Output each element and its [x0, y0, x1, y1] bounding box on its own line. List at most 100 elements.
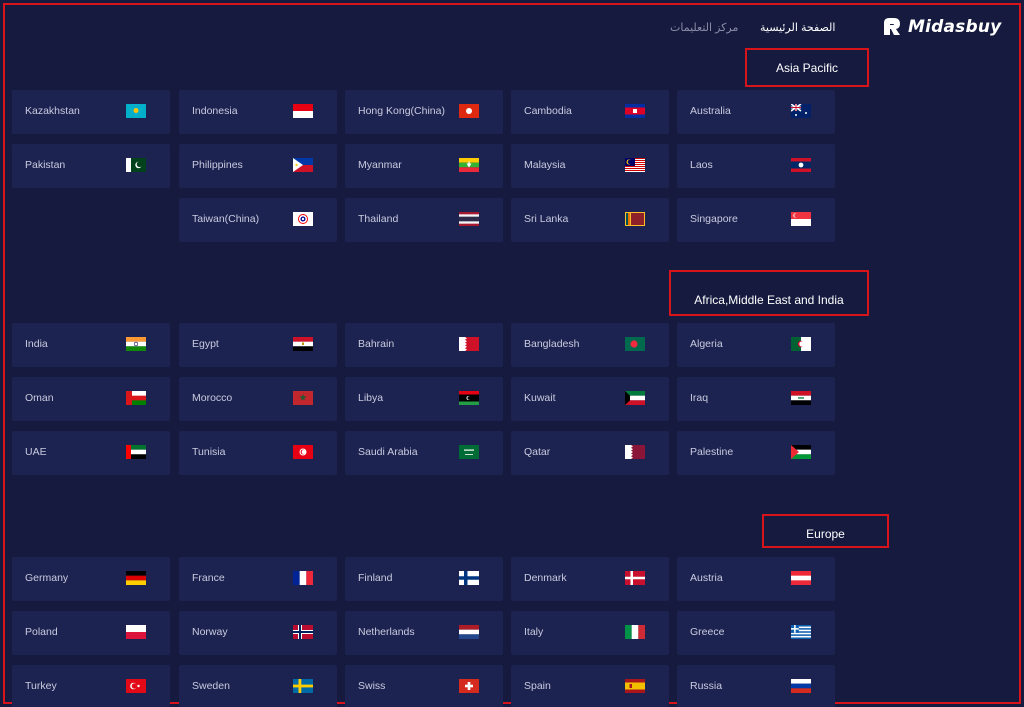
- country-tile-kh[interactable]: Cambodia: [511, 90, 669, 134]
- pk-flag-icon: [126, 158, 146, 172]
- country-name: Spain: [524, 680, 551, 692]
- country-tile-my[interactable]: Malaysia: [511, 144, 669, 188]
- country-tile-se[interactable]: Sweden: [179, 665, 337, 707]
- dz-flag-icon: [791, 337, 811, 351]
- pl-flag-icon: [126, 625, 146, 639]
- kz-flag-icon: [126, 104, 146, 118]
- country-tile-eg[interactable]: Egypt: [179, 323, 337, 367]
- country-tile-tw[interactable]: Taiwan(China): [179, 198, 337, 242]
- country-tile-au[interactable]: Australia: [677, 90, 835, 134]
- country-tile-at[interactable]: Austria: [677, 557, 835, 601]
- country-name: Palestine: [690, 446, 734, 458]
- country-tile-ps[interactable]: Palestine: [677, 431, 835, 475]
- country-name: Algeria: [690, 338, 723, 350]
- country-tile-lk[interactable]: Sri Lanka: [511, 198, 669, 242]
- se-flag-icon: [293, 679, 313, 693]
- country-name: Libya: [358, 392, 384, 404]
- country-tile-nl[interactable]: Netherlands: [345, 611, 503, 655]
- au-flag-icon: [791, 104, 811, 118]
- country-tile-qa[interactable]: Qatar: [511, 431, 669, 475]
- tr-flag-icon: [126, 679, 146, 693]
- hk-flag-icon: [459, 104, 479, 118]
- country-tile-hk[interactable]: Hong Kong(China): [345, 90, 503, 134]
- country-name: Pakistan: [25, 159, 66, 171]
- country-tile-sa[interactable]: Saudi Arabia: [345, 431, 503, 475]
- country-tile-fi[interactable]: Finland: [345, 557, 503, 601]
- om-flag-icon: [126, 391, 146, 405]
- country-name: Philippines: [192, 159, 243, 171]
- country-name: Qatar: [524, 446, 551, 458]
- country-name: Netherlands: [358, 626, 415, 638]
- kh-flag-icon: [625, 104, 645, 118]
- tn-flag-icon: [293, 445, 313, 459]
- country-tile-es[interactable]: Spain: [511, 665, 669, 707]
- country-tile-ph[interactable]: Philippines: [179, 144, 337, 188]
- country-tile-it[interactable]: Italy: [511, 611, 669, 655]
- country-name: Bahrain: [358, 338, 395, 350]
- country-name: Russia: [690, 680, 723, 692]
- country-tile-kw[interactable]: Kuwait: [511, 377, 669, 421]
- ly-flag-icon: [459, 391, 479, 405]
- country-name: Hong Kong(China): [358, 105, 445, 117]
- country-tile-fr[interactable]: France: [179, 557, 337, 601]
- country-tile-pk[interactable]: Pakistan: [12, 144, 170, 188]
- midasbuy-logo-icon: [884, 18, 900, 35]
- country-name: Italy: [524, 626, 544, 638]
- country-tile-ch[interactable]: Swiss: [345, 665, 503, 707]
- country-tile-sg[interactable]: Singapore: [677, 198, 835, 242]
- country-tile-pl[interactable]: Poland: [12, 611, 170, 655]
- nav-help-center-link[interactable]: مركز التعليمات: [670, 21, 738, 34]
- country-name: Kazakhstan: [25, 105, 80, 117]
- country-name: Taiwan(China): [192, 213, 260, 225]
- country-tile-id[interactable]: Indonesia: [179, 90, 337, 134]
- country-tile-ru[interactable]: Russia: [677, 665, 835, 707]
- country-tile-tn[interactable]: Tunisia: [179, 431, 337, 475]
- country-tile-dz[interactable]: Algeria: [677, 323, 835, 367]
- country-tile-la[interactable]: Laos: [677, 144, 835, 188]
- country-name: Morocco: [192, 392, 233, 404]
- nav-home-link[interactable]: الصفحة الرئيسية: [760, 21, 835, 34]
- country-tile-in[interactable]: India: [12, 323, 170, 367]
- country-tile-th[interactable]: Thailand: [345, 198, 503, 242]
- country-tile-gr[interactable]: Greece: [677, 611, 835, 655]
- country-tile-bd[interactable]: Bangladesh: [511, 323, 669, 367]
- ae-flag-icon: [126, 445, 146, 459]
- in-flag-icon: [126, 337, 146, 351]
- qa-flag-icon: [625, 445, 645, 459]
- country-name: Tunisia: [192, 446, 226, 458]
- es-flag-icon: [625, 679, 645, 693]
- country-tile-ma[interactable]: Morocco: [179, 377, 337, 421]
- country-name: UAE: [25, 446, 47, 458]
- country-name: Bangladesh: [524, 338, 580, 350]
- id-flag-icon: [293, 104, 313, 118]
- ps-flag-icon: [791, 445, 811, 459]
- country-tile-tr[interactable]: Turkey: [12, 665, 170, 707]
- la-flag-icon: [791, 158, 811, 172]
- fi-flag-icon: [459, 571, 479, 585]
- ph-flag-icon: [293, 158, 313, 172]
- country-tile-ly[interactable]: Libya: [345, 377, 503, 421]
- country-name: Saudi Arabia: [358, 446, 418, 458]
- country-tile-dk[interactable]: Denmark: [511, 557, 669, 601]
- dk-flag-icon: [625, 571, 645, 585]
- country-tile-de[interactable]: Germany: [12, 557, 170, 601]
- region-label-africa-middle-east-india: Africa,Middle East and India: [669, 270, 869, 316]
- country-name: Germany: [25, 572, 69, 584]
- country-name: France: [192, 572, 225, 584]
- country-tile-bh[interactable]: Bahrain: [345, 323, 503, 367]
- at-flag-icon: [791, 571, 811, 585]
- ma-flag-icon: [293, 391, 313, 405]
- country-tile-no[interactable]: Norway: [179, 611, 337, 655]
- region-label-asia-pacific: Asia Pacific: [745, 48, 869, 87]
- country-name: Swiss: [358, 680, 386, 692]
- country-tile-kz[interactable]: Kazakhstan: [12, 90, 170, 134]
- country-name: Austria: [690, 572, 723, 584]
- country-name: Cambodia: [524, 105, 572, 117]
- country-name: Singapore: [690, 213, 738, 225]
- country-name: Kuwait: [524, 392, 556, 404]
- country-tile-ae[interactable]: UAE: [12, 431, 170, 475]
- country-tile-iq[interactable]: Iraq: [677, 377, 835, 421]
- midasbuy-logo[interactable]: Midasbuy: [880, 13, 1001, 41]
- country-tile-mm[interactable]: Myanmar: [345, 144, 503, 188]
- country-tile-om[interactable]: Oman: [12, 377, 170, 421]
